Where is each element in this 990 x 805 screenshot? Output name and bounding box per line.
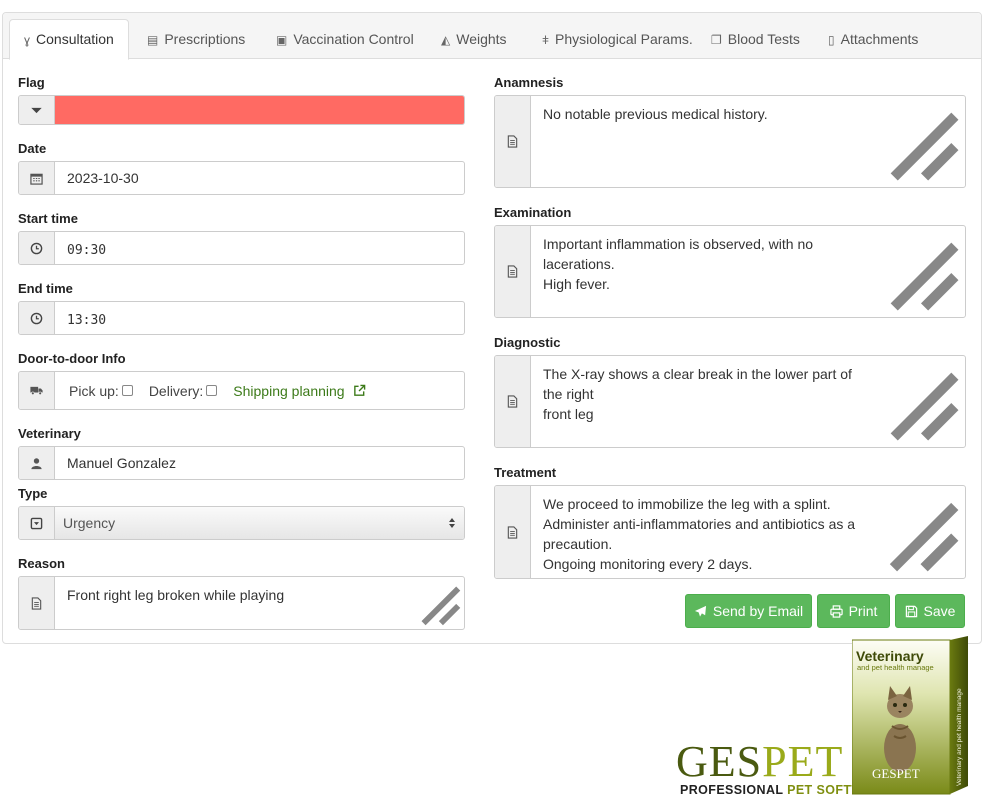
floppy-disk-icon [905,605,917,617]
tab-prescriptions[interactable]: ▤ Prescriptions [147,20,245,60]
resize-grip-icon[interactable] [874,226,965,317]
file-text-icon [507,265,518,278]
tab-physiological-params[interactable]: ǂ Physiological Params. [542,20,693,60]
calendar-icon [30,173,43,185]
tab-consultation[interactable]: ɣ Consultation [9,19,129,60]
delivery-label: Delivery: [148,382,204,399]
date-input[interactable]: 2023-10-30 [55,162,464,194]
file-text-icon [507,395,518,408]
examination-field[interactable]: Important inflammation is observed, with… [494,225,966,318]
thermometer-icon: ǂ [542,33,550,47]
diagnostic-textarea[interactable]: The X-ray shows a clear break in the low… [531,356,874,447]
file-text-icon [507,525,518,539]
stethoscope-icon: ɣ [24,33,31,47]
copy-icon: ❐ [711,33,722,47]
flag-picker[interactable] [18,95,465,125]
flag-color-swatch [55,96,464,124]
paper-plane-icon [694,605,706,617]
end-time-field[interactable]: 13:30 [18,301,465,335]
external-link-icon[interactable] [353,384,366,397]
resize-grip-icon[interactable] [412,577,464,629]
veterinary-input[interactable]: Manuel Gonzalez [55,447,464,479]
medkit-icon: ▣ [276,33,288,47]
print-button[interactable]: Print [817,594,890,628]
shipping-planning-link[interactable]: Shipping planning [233,383,344,399]
veterinary-label: Veterinary [18,426,81,441]
area-chart-icon: ◭ [441,33,451,47]
file-icon: ▯ [828,33,835,47]
anamnesis-textarea[interactable]: No notable previous medical history. [531,96,874,187]
door-to-door-label: Door-to-door Info [18,351,126,366]
software-box-image: Veterinary and pet health manage GESPET … [852,636,968,795]
type-label: Type [18,486,48,501]
date-field[interactable]: 2023-10-30 [18,161,465,195]
examination-label: Examination [494,205,572,220]
veterinary-field[interactable]: Manuel Gonzalez [18,446,465,480]
user-icon [31,457,42,469]
treatment-field[interactable]: We proceed to immobilize the leg with a … [494,485,966,579]
resize-grip-icon[interactable] [874,356,965,447]
end-time-label: End time [18,281,73,296]
type-select[interactable]: Urgency [55,507,464,539]
date-label: Date [18,141,47,156]
svg-text:Veterinary and pet health mana: Veterinary and pet health manage [956,688,963,786]
list-icon: ▤ [147,33,159,47]
caret-down-icon [31,107,42,113]
treatment-textarea[interactable]: We proceed to immobilize the leg with a … [531,486,873,578]
resize-grip-icon[interactable] [873,486,965,578]
start-time-input[interactable]: 09:30 [55,232,464,264]
truck-icon [30,386,43,396]
save-button[interactable]: Save [895,594,965,628]
type-field[interactable]: Urgency [18,506,465,540]
print-icon [829,604,843,618]
file-text-icon [31,596,42,610]
tab-attachments[interactable]: ▯ Attachments [828,20,918,60]
treatment-label: Treatment [494,465,557,480]
reason-textarea[interactable]: Front right leg broken while playing [55,577,412,629]
pickup-checkbox[interactable] [121,385,133,396]
door-to-door-field: Pick up: Delivery: Shipping planning [18,371,465,410]
send-by-email-button[interactable]: Send by Email [685,594,812,628]
tab-blood-tests[interactable]: ❐ Blood Tests [711,20,800,60]
tab-weights[interactable]: ◭ Weights [441,20,507,60]
tab-vaccination-control[interactable]: ▣ Vaccination Control [276,20,414,60]
gespet-logo: GESPET [676,737,844,786]
box-subtitle: and pet health manage [857,663,934,672]
box-logo: GESPET [872,766,920,781]
delivery-checkbox[interactable] [206,385,218,396]
clock-icon [30,242,43,254]
anamnesis-field[interactable]: No notable previous medical history. [494,95,966,188]
box-title: Veterinary [856,648,924,664]
anamnesis-label: Anamnesis [494,75,564,90]
file-text-icon [507,135,518,148]
dropdown-caret[interactable] [19,96,55,124]
reason-label: Reason [18,556,65,571]
diagnostic-field[interactable]: The X-ray shows a clear break in the low… [494,355,966,448]
flag-label: Flag [18,75,45,90]
diagnostic-label: Diagnostic [494,335,561,350]
clock-icon [30,312,43,324]
tab-bar: ɣ Consultation ▤ Prescriptions ▣ Vaccinatio… [3,13,981,60]
reason-field[interactable]: Front right leg broken while playing [18,576,465,630]
select-arrows-icon [449,518,455,528]
resize-grip-icon[interactable] [874,96,965,187]
start-time-field[interactable]: 09:30 [18,231,465,265]
end-time-input[interactable]: 13:30 [55,302,464,334]
examination-textarea[interactable]: Important inflammation is observed, with… [531,226,874,317]
caret-square-down-icon [30,517,43,529]
pickup-label: Pick up: [69,382,119,399]
start-time-label: Start time [18,211,78,226]
